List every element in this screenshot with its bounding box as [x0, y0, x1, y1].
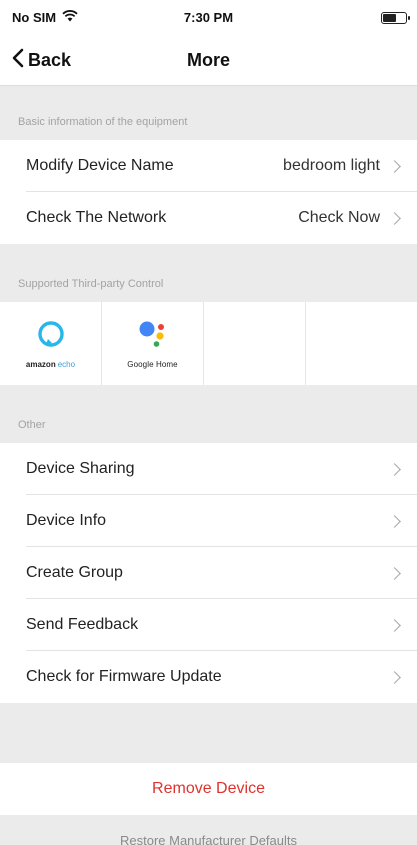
chevron-right-icon [388, 514, 401, 528]
empty-tile [306, 302, 417, 385]
battery-indicator [381, 12, 410, 24]
row-value-group: Check Now [298, 209, 403, 227]
chevron-right-icon [388, 566, 401, 580]
google-home-label: Google Home [127, 359, 178, 369]
send-feedback-row[interactable]: Send Feedback [0, 599, 417, 651]
chevron-right-icon [388, 670, 401, 684]
create-group-row[interactable]: Create Group [0, 547, 417, 599]
row-label: Modify Device Name [26, 157, 174, 174]
amazon-brand-text: amazon [25, 359, 56, 369]
basic-info-list: Modify Device Name bedroom light Check T… [0, 140, 417, 244]
row-label: Create Group [26, 564, 123, 581]
row-value-group: bedroom light [283, 157, 403, 175]
chevron-right-icon [388, 462, 401, 476]
section-header-other: Other [0, 407, 417, 443]
restore-defaults-button[interactable]: Restore Manufacturer Defaults [0, 815, 417, 845]
battery-fill [383, 14, 396, 22]
chevron-right-icon [388, 211, 401, 225]
back-button[interactable]: Back [12, 48, 71, 73]
spacer [0, 385, 417, 407]
firmware-update-row[interactable]: Check for Firmware Update [0, 651, 417, 703]
empty-tile [204, 302, 306, 385]
third-party-grid: amazon echo Google Home [0, 302, 417, 385]
back-label: Back [28, 50, 72, 70]
remove-device-button[interactable]: Remove Device [0, 763, 417, 815]
device-info-row[interactable]: Device Info [0, 495, 417, 547]
chevron-left-icon [12, 48, 24, 73]
row-label: Check The Network [26, 209, 167, 226]
amazon-echo-icon [36, 319, 66, 354]
device-sharing-row[interactable]: Device Sharing [0, 443, 417, 495]
google-home-tile[interactable]: Google Home [102, 302, 204, 385]
check-now-value: Check Now [298, 209, 380, 226]
amazon-echo-label: amazon echo [26, 360, 75, 369]
chevron-right-icon [388, 159, 401, 173]
other-list: Device Sharing Device Info Create Group … [0, 443, 417, 703]
status-bar: No SIM 7:30 PM [0, 0, 417, 36]
row-label: Send Feedback [26, 616, 139, 633]
modify-device-name-row[interactable]: Modify Device Name bedroom light [0, 140, 417, 192]
spacer [0, 86, 417, 104]
echo-text: echo [57, 359, 76, 369]
spacer [0, 244, 417, 266]
section-header-third-party: Supported Third-party Control [0, 266, 417, 302]
amazon-echo-tile[interactable]: amazon echo [0, 302, 102, 385]
row-label: Device Info [26, 512, 107, 529]
check-network-row[interactable]: Check The Network Check Now [0, 192, 417, 244]
screen: No SIM 7:30 PM Back More Basic informati… [0, 0, 417, 845]
device-name-value: bedroom light [283, 157, 380, 174]
row-label: Check for Firmware Update [26, 668, 222, 685]
chevron-right-icon [388, 618, 401, 632]
google-assistant-icon [136, 319, 170, 354]
battery-icon [381, 12, 410, 24]
status-time: 7:30 PM [183, 10, 234, 25]
section-header-basic: Basic information of the equipment [0, 104, 417, 140]
row-label: Device Sharing [26, 460, 135, 477]
spacer [0, 703, 417, 763]
navigation-bar: Back More [0, 36, 417, 86]
